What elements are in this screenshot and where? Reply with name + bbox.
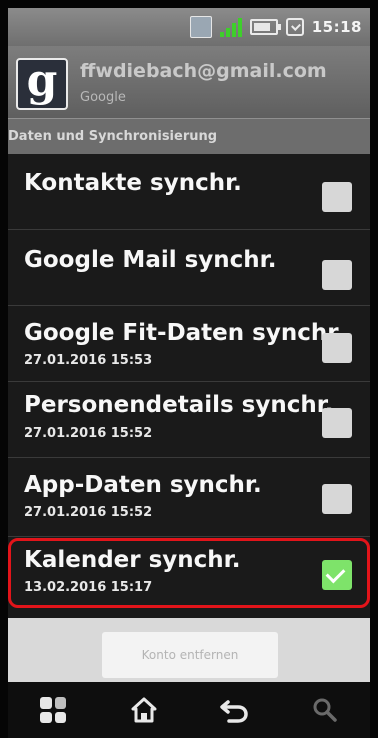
screen: 15:18 g ffwdiebach@gmail.com Google Date… [8,8,370,738]
alarm-icon [285,18,304,36]
phone-frame-right [370,0,378,738]
sync-item-app-daten[interactable]: App-Daten synchr. 27.01.2016 15:52 [8,458,370,536]
search-icon [313,698,337,722]
apps-button[interactable] [33,690,73,730]
sync-item-google-fit[interactable]: Google Fit-Daten synchr. 27.01.2016 15:5… [8,306,370,381]
sync-item-personendetails[interactable]: Personendetails synchr. 27.01.2016 15:52 [8,382,370,457]
account-header: g ffwdiebach@gmail.com Google [8,46,370,118]
back-icon [220,700,249,723]
list-divider [8,536,370,537]
account-provider: Google [80,90,126,105]
sync-checkbox[interactable] [322,484,352,514]
section-header-label: Daten und Synchronisierung [8,129,218,144]
account-email: ffwdiebach@gmail.com [80,60,327,82]
navigation-bar [8,682,370,738]
sync-item-title: Google Mail synchr. [24,247,277,273]
phone-frame-left [0,0,8,738]
highlight-box [8,538,370,608]
sync-item-kontakte[interactable]: Kontakte synchr. [8,154,370,229]
sync-item-timestamp: 27.01.2016 15:52 [24,505,153,520]
status-bar: 15:18 [8,8,370,46]
sync-checkbox[interactable] [322,260,352,290]
sim-icon [189,16,212,38]
sync-item-title: App-Daten synchr. [24,472,262,498]
sync-checkbox[interactable] [322,182,352,212]
back-button[interactable] [214,690,254,730]
sync-item-timestamp: 27.01.2016 15:53 [24,353,153,368]
bottom-panel: Konto entfernen [8,618,370,682]
home-button[interactable] [124,690,164,730]
sync-checkbox[interactable] [322,333,352,363]
status-time: 15:18 [311,18,362,36]
section-header: Daten und Synchronisierung [8,118,370,154]
sync-checkbox[interactable] [322,408,352,438]
google-logo-icon: g [16,58,68,110]
battery-icon [249,19,281,35]
phone-frame-top [0,0,378,8]
sync-item-title: Personendetails synchr. [24,392,334,418]
apps-icon [40,697,67,723]
sync-item-timestamp: 27.01.2016 15:52 [24,426,153,441]
sync-item-title: Kontakte synchr. [24,170,242,196]
search-button[interactable] [305,690,345,730]
sync-item-title: Google Fit-Daten synchr. [24,320,345,346]
signal-icon [219,17,242,37]
remove-account-button[interactable]: Konto entfernen [102,632,278,678]
home-icon [131,697,157,723]
sync-item-google-mail[interactable]: Google Mail synchr. [8,230,370,305]
